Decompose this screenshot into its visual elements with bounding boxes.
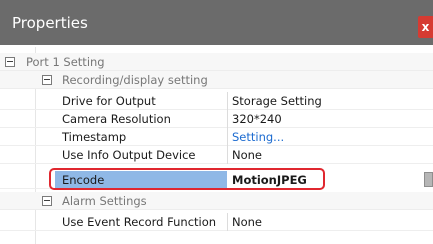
prop-name: Drive for Output	[62, 94, 156, 108]
collapse-minus-icon[interactable]	[42, 196, 52, 206]
collapse-minus-icon[interactable]	[42, 75, 52, 85]
column-divider	[227, 92, 228, 110]
section-recording-display-setting[interactable]: Recording/display setting	[0, 71, 433, 89]
prop-row-drive-for-output[interactable]: Drive for Output Storage Setting	[0, 92, 433, 110]
prop-row-camera-resolution[interactable]: Camera Resolution 320*240	[0, 110, 433, 128]
prop-value[interactable]: None	[232, 215, 262, 229]
column-divider	[227, 110, 228, 128]
prop-name: Use Info Output Device	[62, 148, 196, 162]
prop-name: Camera Resolution	[62, 112, 171, 126]
column-divider	[227, 213, 228, 231]
prop-row-timestamp[interactable]: Timestamp Setting...	[0, 128, 433, 146]
prop-name: Timestamp	[62, 130, 127, 144]
prop-row-use-info-output-device[interactable]: Use Info Output Device None	[0, 146, 433, 164]
section-port-1-setting[interactable]: Port 1 Setting	[0, 53, 433, 71]
annotation-highlight-box	[49, 168, 325, 190]
column-divider	[227, 146, 228, 164]
timestamp-setting-link[interactable]: Setting...	[232, 130, 284, 144]
title-bar: Properties x	[0, 0, 433, 45]
prop-value[interactable]: None	[232, 148, 262, 162]
prop-value[interactable]: 320*240	[232, 112, 282, 126]
prop-value[interactable]: Storage Setting	[232, 94, 322, 108]
property-grid: Port 1 Setting Recording/display setting…	[0, 47, 433, 244]
section-label: Recording/display setting	[62, 73, 208, 87]
section-label: Alarm Settings	[62, 194, 147, 208]
prop-name: Use Event Record Function	[62, 215, 217, 229]
section-alarm-settings[interactable]: Alarm Settings	[0, 192, 433, 210]
close-button[interactable]: x	[418, 16, 433, 38]
section-label: Port 1 Setting	[26, 55, 105, 69]
prop-row-use-event-record-function[interactable]: Use Event Record Function None	[0, 213, 433, 231]
collapse-minus-icon[interactable]	[5, 57, 15, 67]
dropdown-button[interactable]	[424, 172, 433, 187]
column-divider	[227, 128, 228, 146]
window-title: Properties	[12, 14, 88, 32]
